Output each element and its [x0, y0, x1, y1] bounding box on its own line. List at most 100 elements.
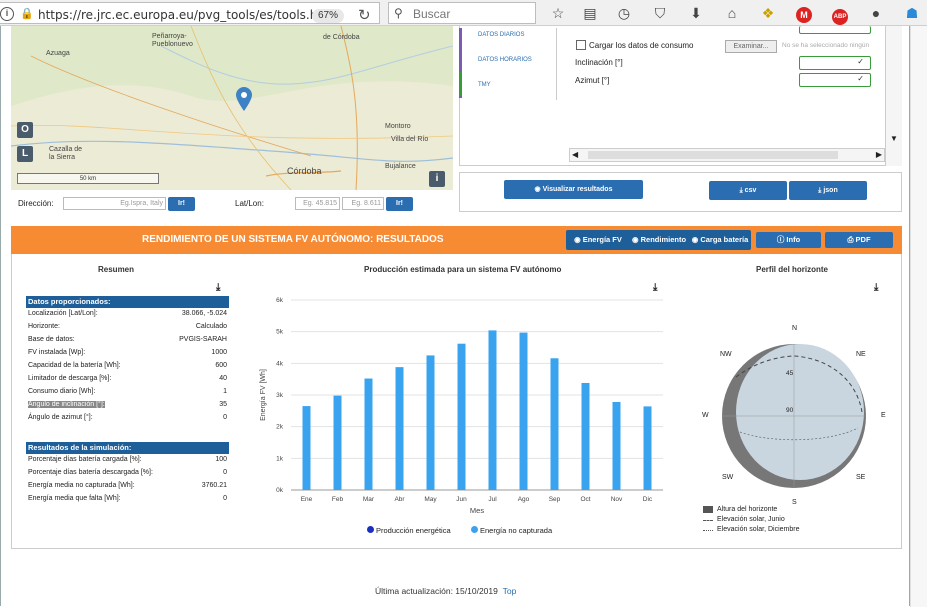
eye-icon: ◉: [534, 186, 543, 193]
row-value: 35: [219, 401, 227, 408]
lat-input[interactable]: Eg. 45.815: [295, 197, 340, 210]
x-tick-label: Jun: [456, 496, 467, 503]
bar-nov: [612, 401, 621, 490]
row-label: Localización [Lat/Lon]:: [28, 310, 98, 317]
download-icon[interactable]: ⬇: [686, 3, 706, 23]
address-go-button[interactable]: Ir!: [168, 197, 195, 211]
top-input[interactable]: [799, 26, 871, 34]
tab-energia-fv[interactable]: ◉ Energía FV: [570, 232, 626, 248]
legend-label-production[interactable]: Producción energética: [376, 526, 451, 535]
compass-se: SE: [856, 474, 866, 481]
map-label-villa-del-rio: Villa del Río: [391, 136, 429, 143]
summary-download-icon[interactable]: ⤓: [216, 282, 220, 293]
results-title: RENDIMIENTO DE UN SISTEMA FV AUTÓNOMO: R…: [142, 234, 444, 245]
view-results-button[interactable]: ◉ Visualizar resultados: [504, 180, 643, 199]
table-row: Ángulo de inclinación [°]: 35: [26, 401, 229, 414]
map-label-cazalla: Cazalla de la Sierra: [49, 146, 83, 161]
azimuth-input[interactable]: ✓: [799, 73, 871, 87]
legend-june-label: Elevación solar, Junio: [717, 516, 785, 523]
legend-marker-uncaptured: [471, 526, 478, 533]
map-info-button[interactable]: i: [429, 171, 445, 187]
radial-90: 90: [786, 407, 794, 414]
map-label-de-cordoba: de Córdoba: [323, 34, 360, 41]
home-icon[interactable]: ⌂: [722, 3, 742, 23]
csv-label: csv: [744, 187, 757, 194]
scroll-left-icon[interactable]: ◀: [572, 150, 578, 159]
inclination-input[interactable]: ✓: [799, 56, 871, 70]
json-button[interactable]: ⤓ json: [789, 181, 867, 200]
horizontal-scrollbar[interactable]: ◀ ▶: [569, 148, 885, 162]
reading-list-icon[interactable]: ▤: [580, 3, 600, 23]
map-view[interactable]: Peñarroya-Pueblonuevo de Córdoba Azuaga …: [11, 26, 453, 190]
x-axis-label: Mes: [470, 506, 484, 515]
x-tick-label: Feb: [332, 496, 344, 503]
compass-sw: SW: [722, 474, 734, 481]
horizon-download-icon[interactable]: ⤓: [874, 282, 878, 293]
azimuth-label: Azimut [°]: [575, 76, 610, 85]
compass-n: N: [792, 325, 798, 332]
browse-button[interactable]: Examinar...: [725, 40, 777, 53]
table-row: Limitador de descarga [%]: 40: [26, 375, 229, 388]
zoom-indicator[interactable]: 67%: [312, 9, 344, 23]
tab-carga-bateria[interactable]: ◉ Carga batería: [690, 232, 750, 248]
extension-icon[interactable]: ❖: [758, 3, 778, 23]
adblock-icon[interactable]: ABP: [830, 3, 850, 25]
link-tmy[interactable]: TMY: [478, 82, 491, 88]
simulation-header: Resultados de la simulación:: [26, 442, 229, 454]
pocket-icon[interactable]: ⛉: [650, 3, 670, 23]
tab-rendimiento[interactable]: ◉ Rendimiento: [630, 232, 688, 248]
consumption-label: Cargar los datos de consumo: [589, 41, 694, 50]
scroll-thumb[interactable]: [588, 151, 838, 159]
y-tick-label: 6k: [276, 297, 284, 304]
summary-title: Resumen: [98, 265, 135, 274]
lon-input[interactable]: Eg. 8.611: [342, 197, 384, 210]
map-button-o[interactable]: O: [17, 122, 33, 138]
map-label-cordoba: Córdoba: [287, 166, 322, 176]
scroll-down-icon[interactable]: ▼: [890, 134, 898, 143]
side-divider: [556, 28, 557, 100]
bar-jun: [457, 343, 466, 490]
legend-label-uncaptured[interactable]: Energía no capturada: [480, 526, 552, 535]
compass-ne: NE: [856, 351, 866, 358]
no-file-text: No se ha seleccionado ningún: [782, 42, 870, 49]
link-hourly-data[interactable]: DATOS HORARIOS: [478, 57, 532, 63]
bookmark-star-icon[interactable]: ☆: [548, 3, 568, 23]
x-tick-label: Abr: [394, 496, 405, 503]
row-value: PVGIS-SARAH: [179, 336, 227, 343]
address-input[interactable]: Eg.Ispra, Italy: [63, 197, 166, 210]
reload-icon[interactable]: ↻: [358, 6, 371, 24]
link-daily-data[interactable]: DATOS DIARIOS: [478, 32, 524, 38]
row-value: 0: [223, 469, 227, 476]
y-tick-label: 3k: [276, 392, 284, 399]
info-button[interactable]: ⓘ Info: [756, 232, 821, 248]
site-info-icon[interactable]: i: [0, 7, 14, 21]
search-placeholder: Buscar: [413, 7, 451, 21]
last-updated: Última actualización: 15/10/2019: [375, 586, 498, 596]
table-row: Localización [Lat/Lon]: 38.066, -5.024: [26, 310, 229, 323]
csv-button[interactable]: ⤓ csv: [709, 181, 787, 200]
map-button-l[interactable]: L: [17, 146, 33, 162]
top-link[interactable]: Top: [503, 586, 517, 596]
compass-w: W: [702, 412, 709, 419]
bar-ago: [519, 332, 528, 490]
consumption-checkbox[interactable]: [576, 40, 586, 50]
ghost-icon[interactable]: ☗: [902, 3, 922, 23]
table-row: Capacidad de la batería [Wh]: 600: [26, 362, 229, 375]
gmail-icon[interactable]: M: [794, 3, 814, 23]
search-box[interactable]: ⚲ Buscar: [388, 2, 536, 24]
page-scrollbar[interactable]: [910, 26, 927, 607]
horizon-title: Perfil del horizonte: [756, 265, 829, 274]
row-value: 0: [223, 495, 227, 502]
map-marker-icon[interactable]: [235, 86, 253, 112]
extensions-icon[interactable]: ●: [866, 3, 886, 23]
table-row: Ángulo de azimut [°]: 0: [26, 414, 229, 427]
bar-jul: [488, 330, 497, 490]
latlon-go-button[interactable]: Ir!: [386, 197, 413, 211]
panel-vertical-scrollbar[interactable]: ▼: [885, 26, 902, 166]
x-tick-label: Oct: [580, 496, 590, 503]
scroll-right-icon[interactable]: ▶: [876, 150, 882, 159]
url-bar[interactable]: i 🔒 https://re.jrc.ec.europa.eu/pvg_tool…: [0, 2, 380, 24]
pdf-button[interactable]: ⎙ PDF: [825, 232, 893, 248]
history-icon[interactable]: ◷: [614, 3, 634, 23]
legend-december-label: Elevación solar, Diciembre: [717, 526, 800, 533]
